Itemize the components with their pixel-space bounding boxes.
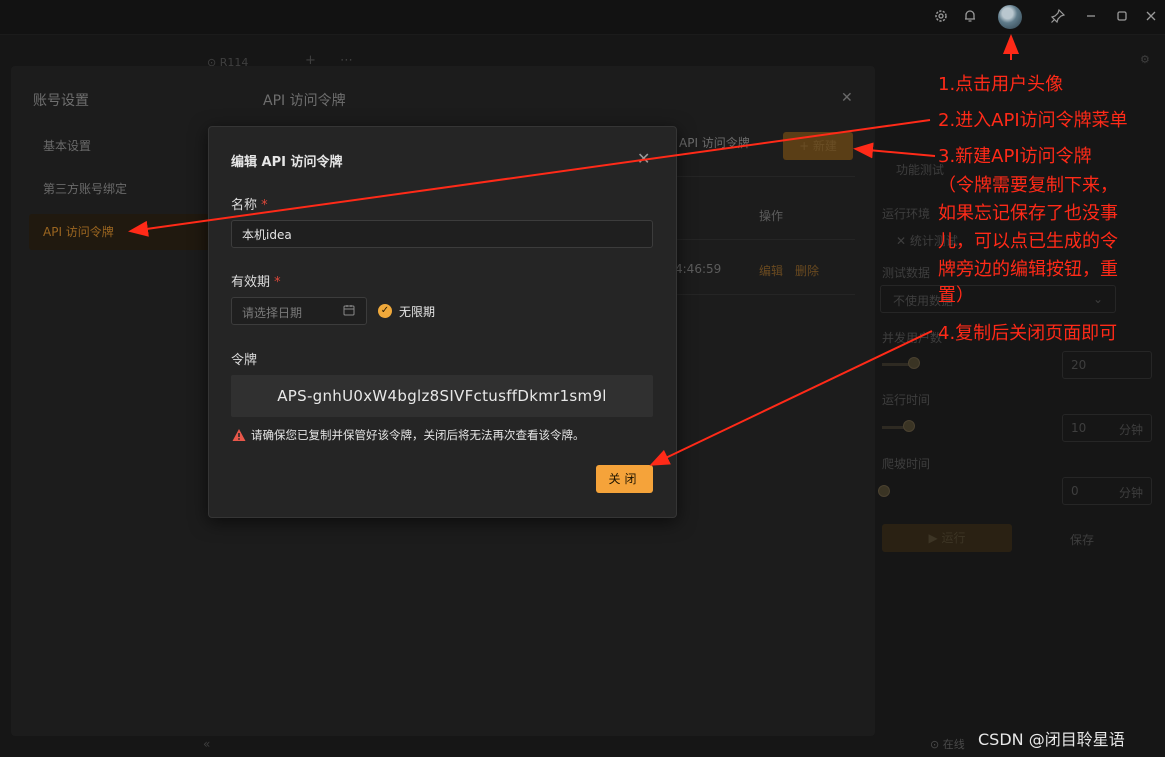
- user-avatar[interactable]: [998, 5, 1022, 29]
- bg-section-title: 功能测试: [896, 163, 945, 177]
- column-header-operation: 操作: [759, 209, 784, 223]
- watermark: CSDN @闭目聆星语: [978, 730, 1125, 749]
- modal-title: 编辑 API 访问令牌: [231, 155, 343, 170]
- name-input[interactable]: [231, 220, 653, 248]
- close-button[interactable]: 关闭: [596, 465, 653, 493]
- pin-icon[interactable]: [1049, 8, 1067, 26]
- bg-data-label: 测试数据: [882, 266, 931, 280]
- annotation-step1: 1.点击用户头像: [938, 74, 1064, 95]
- bg-ramp-label: 爬坡时间: [882, 457, 931, 471]
- sidebar-item-api-token[interactable]: API 访问令牌: [29, 214, 215, 250]
- tab-api-token[interactable]: API 访问令牌: [679, 134, 750, 151]
- bg-data-select: 不使用数据 ⌄: [880, 285, 1116, 313]
- bell-icon[interactable]: [961, 8, 979, 26]
- token-display[interactable]: APS-gnhU0xW4bglz8SIVFctusffDkmr1sm9l: [231, 375, 653, 417]
- expiry-label: 有效期 *: [231, 275, 281, 290]
- bg-duration-box: 10 分钟: [1062, 414, 1152, 442]
- table-row-divider: [675, 294, 855, 295]
- bg-users-value: 20: [1062, 351, 1152, 379]
- bg-run-button: ▶ 运行: [882, 524, 1012, 552]
- warning-icon: [232, 428, 246, 442]
- annotation-step3-note1: （令牌需要复制下来，: [938, 175, 1118, 196]
- bg-duration-label: 运行时间: [882, 393, 931, 407]
- date-placeholder: 请选择日期: [242, 306, 303, 320]
- bg-duration-knob: [903, 420, 915, 432]
- sidebar-item-basic[interactable]: 基本设置: [29, 128, 215, 164]
- date-picker-input[interactable]: 请选择日期: [231, 297, 367, 325]
- tab-divider: [675, 176, 855, 177]
- bg-env-label: 运行环境: [882, 207, 931, 221]
- annotation-step2: 2.进入API访问令牌菜单: [938, 110, 1128, 131]
- new-token-button[interactable]: + 新建: [783, 132, 853, 160]
- title-bar: [0, 0, 1165, 35]
- gear-icon[interactable]: [932, 8, 950, 26]
- maximize-icon[interactable]: [1113, 8, 1131, 26]
- table-cell-time: 4:46:59: [675, 262, 722, 276]
- annotation-step3-note3: 儿，可以点已生成的令: [938, 231, 1118, 252]
- bg-collapse-icon: «: [203, 737, 211, 751]
- annotation-step3-note5: 置）: [938, 285, 974, 306]
- api-token-section-title: API 访问令牌: [263, 93, 346, 109]
- minimize-icon[interactable]: [1082, 8, 1100, 26]
- annotation-step3-note2: 如果忘记保存了也没事: [938, 203, 1118, 224]
- bg-users-knob: [908, 357, 920, 369]
- edit-token-link[interactable]: 编辑: [759, 262, 783, 279]
- annotation-step3-note4: 牌旁边的编辑按钮，重: [938, 259, 1118, 280]
- account-settings-title: 账号设置: [33, 93, 89, 109]
- modal-close-icon[interactable]: ✕: [637, 149, 650, 168]
- name-label: 名称 *: [231, 198, 268, 213]
- close-window-icon[interactable]: [1142, 8, 1160, 26]
- table-header-divider: [675, 239, 855, 240]
- unlimited-checkbox[interactable]: ✓: [378, 304, 392, 318]
- panel-close-icon[interactable]: ✕: [841, 90, 853, 106]
- bg-ramp-box: 0 分钟: [1062, 477, 1152, 505]
- bg-users-label: 并发用户数: [882, 331, 943, 345]
- calendar-icon: [343, 304, 355, 316]
- bg-status: ⊙ 在线: [930, 738, 965, 751]
- annotation-step3: 3.新建API访问令牌: [938, 146, 1092, 167]
- bg-ramp-knob: [878, 485, 890, 497]
- unlimited-label[interactable]: 无限期: [399, 303, 435, 320]
- edit-token-modal: 编辑 API 访问令牌 ✕ 名称 * 有效期 * 请选择日期 ✓ 无限期 令牌 …: [208, 126, 677, 518]
- sidebar-item-third-party[interactable]: 第三方账号绑定: [29, 171, 215, 207]
- delete-token-link[interactable]: 删除: [795, 262, 819, 279]
- token-label: 令牌: [231, 353, 258, 368]
- annotation-step4: 4.复制后关闭页面即可: [938, 323, 1118, 344]
- token-value[interactable]: APS-gnhU0xW4bglz8SIVFctusffDkmr1sm9l: [231, 375, 653, 417]
- bg-settings-icon: ⚙: [1140, 53, 1150, 66]
- bg-save-button: 保存: [1070, 533, 1095, 547]
- warning-text: 请确保您已复制并保管好该令牌，关闭后将无法再次查看该令牌。: [251, 428, 585, 442]
